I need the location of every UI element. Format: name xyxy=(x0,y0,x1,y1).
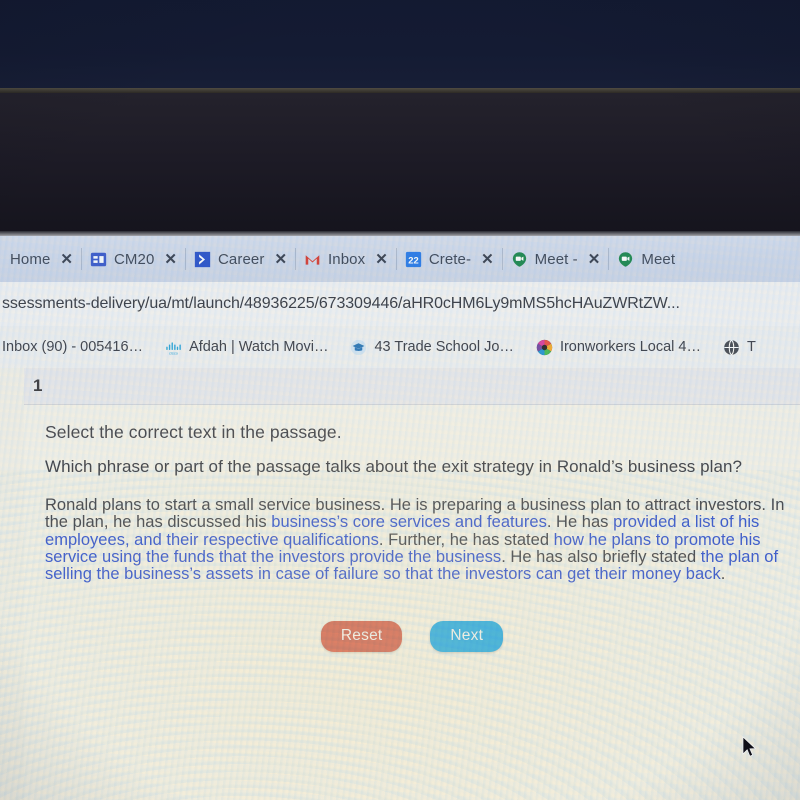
browser-tab-meet-2[interactable]: Meet xyxy=(609,236,683,282)
question-header-bar xyxy=(24,368,800,405)
passage-plain-run[interactable]: . Further, he has stated xyxy=(379,531,554,549)
classroom-icon xyxy=(90,252,107,266)
question-instruction: Select the correct text in the passage. xyxy=(45,422,342,442)
laptop-screen-photo: Home ✕ CM20 ✕ Career ✕ Inbox ✕ 22 Crete-… xyxy=(0,0,800,800)
reset-button[interactable]: Reset xyxy=(320,621,403,652)
tab-label: Home xyxy=(10,250,51,268)
bookmark-label: Inbox (90) - 005416… xyxy=(2,339,144,355)
bookmark-label: Ironworkers Local 4… xyxy=(559,339,701,355)
tab-close-icon[interactable]: ✕ xyxy=(274,252,287,267)
color-wheel-icon xyxy=(536,339,553,355)
bookmark-label: 43 Trade School Jo… xyxy=(374,339,514,355)
passage-plain-run[interactable]: . He has also briefly stated xyxy=(501,548,701,566)
tab-close-icon[interactable]: ✕ xyxy=(60,252,73,267)
bookmark-inbox[interactable]: Inbox (90) - 005416… xyxy=(0,339,154,355)
gmail-m-icon xyxy=(305,254,320,265)
tab-label: Meet xyxy=(641,250,676,268)
tab-close-icon[interactable]: ✕ xyxy=(164,252,177,267)
tab-close-icon[interactable]: ✕ xyxy=(375,252,388,267)
bookmark-afdah[interactable]: cisco Afdah | Watch Movi… xyxy=(154,339,339,356)
svg-text:22: 22 xyxy=(408,255,418,265)
address-bar[interactable]: ssessments-delivery/ua/mt/launch/4893622… xyxy=(0,282,800,326)
question-prompt: Which phrase or part of the passage talk… xyxy=(45,457,742,476)
browser-tab-crete[interactable]: 22 Crete- ✕ xyxy=(397,236,502,282)
browser-tab-home[interactable]: Home ✕ xyxy=(0,236,81,282)
globe-icon xyxy=(724,339,739,355)
hangouts-icon xyxy=(512,251,526,267)
tab-label: Meet - xyxy=(534,250,578,268)
svg-text:cisco: cisco xyxy=(169,350,179,355)
passage-text[interactable]: Ronald plans to start a small service bu… xyxy=(45,496,793,584)
calendar-22-icon: 22 xyxy=(405,251,421,267)
indeed-arrow-icon xyxy=(194,251,211,267)
tab-label: Career xyxy=(218,250,265,268)
bookmark-trade-school[interactable]: 43 Trade School Jo… xyxy=(339,339,524,356)
bookmarks-bar[interactable]: Inbox (90) - 005416… cisco Afdah | Watch… xyxy=(0,326,800,368)
passage-selected-run[interactable]: business’s core services and features xyxy=(271,513,547,531)
tab-label: Inbox xyxy=(328,250,366,268)
tab-close-icon[interactable]: ✕ xyxy=(481,252,494,267)
browser-tab-meet-1[interactable]: Meet - ✕ xyxy=(503,236,609,282)
browser-tab-career[interactable]: Career ✕ xyxy=(186,236,295,282)
tab-label: CM20 xyxy=(114,250,155,268)
laptop-bezel-lower xyxy=(0,93,800,267)
bookmark-label: T xyxy=(746,339,756,355)
bookmark-t[interactable]: T xyxy=(712,339,767,356)
address-bar-url: ssessments-delivery/ua/mt/launch/4893622… xyxy=(2,295,680,312)
assessment-page: 1 Select the correct text in the passage… xyxy=(0,368,800,800)
browser-tab-inbox[interactable]: Inbox ✕ xyxy=(296,236,396,282)
tab-close-icon[interactable]: ✕ xyxy=(588,252,601,267)
laptop-bezel-top xyxy=(0,0,800,88)
question-number: 1 xyxy=(33,376,43,395)
action-button-row: Reset Next xyxy=(24,621,800,652)
cisco-icon: cisco xyxy=(166,341,181,355)
tab-label: Crete- xyxy=(428,250,472,268)
passage-plain-run[interactable]: . He has xyxy=(547,513,613,531)
hangouts-icon xyxy=(619,251,633,267)
next-button[interactable]: Next xyxy=(430,621,504,652)
graduation-cap-icon xyxy=(351,339,367,355)
question-body: Select the correct text in the passage. … xyxy=(24,405,800,800)
browser-tab-strip[interactable]: Home ✕ CM20 ✕ Career ✕ Inbox ✕ 22 Crete-… xyxy=(0,236,800,282)
browser-tab-cm20[interactable]: CM20 ✕ xyxy=(82,236,185,282)
bookmark-ironworkers[interactable]: Ironworkers Local 4… xyxy=(525,339,712,356)
bookmark-label: Afdah | Watch Movi… xyxy=(189,339,329,355)
passage-plain-run[interactable]: . xyxy=(721,565,726,583)
browser-window: Home ✕ CM20 ✕ Career ✕ Inbox ✕ 22 Crete-… xyxy=(0,236,800,800)
